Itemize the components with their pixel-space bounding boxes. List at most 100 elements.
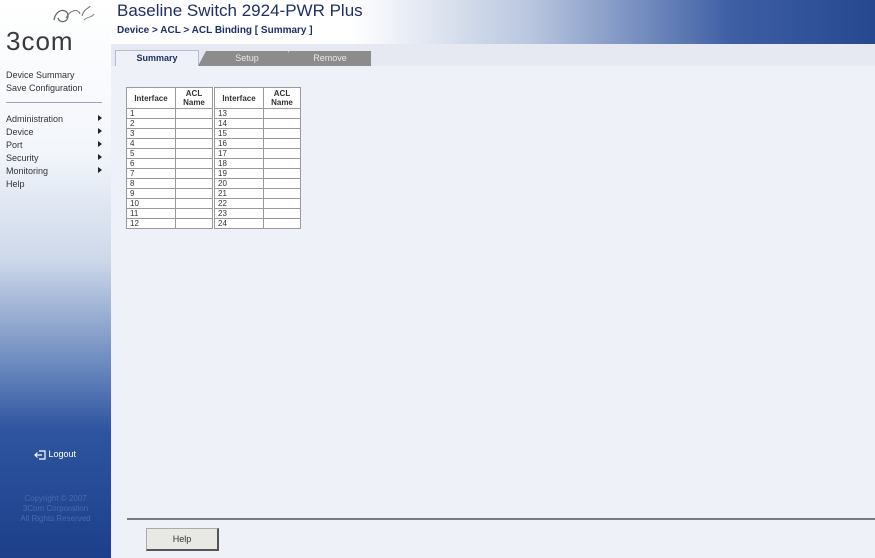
interface-cell: 14 — [213, 118, 264, 129]
copyright-notice: Copyright © 2007 3Com Corporation All Ri… — [0, 494, 111, 524]
interface-cell: 21 — [213, 188, 264, 199]
logout-label: Logout — [48, 449, 77, 459]
acl-name-cell — [263, 118, 301, 129]
header: Baseline Switch 2924-PWR Plus Device > A… — [111, 0, 875, 44]
device-summary-link[interactable]: Device Summary — [6, 70, 75, 80]
interface-cell: 1 — [126, 108, 176, 119]
interface-cell: 17 — [213, 148, 264, 159]
copyright-line: All Rights Reserved — [20, 514, 91, 523]
copyright-line: Copyright © 2007 — [24, 494, 87, 503]
column-header-acl-name: ACL Name — [263, 87, 301, 109]
column-header-acl-name: ACL Name — [175, 87, 215, 109]
acl-name-cell — [263, 148, 301, 159]
acl-name-cell — [175, 168, 215, 179]
interface-cell: 5 — [126, 148, 176, 159]
acl-name-cell — [175, 208, 215, 219]
acl-name-cell — [175, 218, 215, 229]
help-button[interactable]: Help — [146, 528, 219, 551]
logout-button[interactable]: Logout — [34, 449, 76, 460]
acl-name-cell — [263, 208, 301, 219]
table-row: 12 24 — [126, 218, 301, 229]
acl-name-cell — [263, 168, 301, 179]
3com-logo-icon — [53, 5, 95, 23]
table-row: 7 19 — [126, 168, 301, 179]
interface-cell: 15 — [213, 128, 264, 139]
table-row: 6 18 — [126, 158, 301, 169]
submenu-arrow-icon — [98, 141, 102, 147]
interface-cell: 24 — [213, 218, 264, 229]
menu-item-port[interactable]: Port — [6, 140, 102, 150]
table-row: 8 20 — [126, 178, 301, 189]
logo-text: 3com — [6, 26, 74, 56]
acl-name-cell — [263, 128, 301, 139]
interface-cell: 2 — [126, 118, 176, 129]
acl-name-cell — [175, 128, 215, 139]
menu-item-help[interactable]: Help — [6, 179, 102, 189]
table-row: 2 14 — [126, 118, 301, 129]
column-header-interface: Interface — [126, 87, 176, 109]
acl-name-cell — [263, 218, 301, 229]
table-row: 10 22 — [126, 198, 301, 209]
interface-cell: 18 — [213, 158, 264, 169]
interface-cell: 20 — [213, 178, 264, 189]
copyright-line: 3Com Corporation — [22, 504, 89, 513]
interface-cell: 23 — [213, 208, 264, 219]
content-area: Interface ACL Name Interface ACL Name 11… — [111, 66, 875, 558]
acl-binding-table: Interface ACL Name Interface ACL Name 11… — [126, 87, 301, 229]
acl-name-cell — [263, 178, 301, 189]
breadcrumb: Device > ACL > ACL Binding [ Summary ] — [117, 25, 313, 36]
acl-name-cell — [175, 148, 215, 159]
table-header-row: Interface ACL Name Interface ACL Name — [126, 87, 301, 109]
save-configuration-link[interactable]: Save Configuration — [6, 83, 83, 93]
interface-cell: 10 — [126, 198, 176, 209]
footer-divider — [127, 518, 875, 520]
table-row: 1 13 — [126, 108, 301, 119]
interface-cell: 12 — [126, 218, 176, 229]
interface-cell: 16 — [213, 138, 264, 149]
acl-name-cell — [263, 158, 301, 169]
acl-name-cell — [175, 108, 215, 119]
product-title: Baseline Switch 2924-PWR Plus — [117, 1, 363, 20]
menu-label: Help — [6, 179, 25, 189]
interface-cell: 19 — [213, 168, 264, 179]
submenu-arrow-icon — [98, 154, 102, 160]
interface-cell: 6 — [126, 158, 176, 169]
acl-name-cell — [175, 188, 215, 199]
tab-separator — [198, 51, 206, 66]
sidebar-divider — [6, 102, 102, 103]
tab-summary[interactable]: Summary — [115, 50, 199, 67]
menu-label: Security — [6, 153, 39, 163]
acl-name-cell — [175, 178, 215, 189]
menu-label: Administration — [6, 114, 64, 124]
tab-remove[interactable]: Remove — [289, 51, 371, 66]
interface-cell: 13 — [213, 108, 264, 119]
submenu-arrow-icon — [98, 115, 102, 121]
tab-separator — [281, 51, 289, 66]
acl-name-cell — [263, 198, 301, 209]
acl-name-cell — [263, 138, 301, 149]
interface-cell: 7 — [126, 168, 176, 179]
acl-name-cell — [175, 198, 215, 209]
interface-cell: 9 — [126, 188, 176, 199]
table-body: 1 13 2 14 3 15 4 16 5 17 6 18 7 19 8 20 9 21 10 22 11 23 12 24 — [126, 108, 301, 229]
submenu-arrow-icon — [98, 128, 102, 134]
interface-cell: 4 — [126, 138, 176, 149]
acl-name-cell — [263, 108, 301, 119]
acl-name-cell — [175, 138, 215, 149]
interface-cell: 8 — [126, 178, 176, 189]
submenu-arrow-icon — [98, 167, 102, 173]
table-row: 3 15 — [126, 128, 301, 139]
menu-item-device[interactable]: Device — [6, 127, 102, 137]
menu-item-administration[interactable]: Administration — [6, 114, 102, 124]
table-row: 11 23 — [126, 208, 301, 219]
menu-label: Port — [6, 140, 23, 150]
tab-setup[interactable]: Setup — [206, 51, 288, 66]
tab-strip: Summary Setup Remove — [111, 44, 875, 67]
table-row: 4 16 — [126, 138, 301, 149]
menu-label: Monitoring — [6, 166, 49, 176]
table-row: 9 21 — [126, 188, 301, 199]
table-row: 5 17 — [126, 148, 301, 159]
acl-name-cell — [175, 118, 215, 129]
menu-item-security[interactable]: Security — [6, 153, 102, 163]
menu-item-monitoring[interactable]: Monitoring — [6, 166, 102, 176]
